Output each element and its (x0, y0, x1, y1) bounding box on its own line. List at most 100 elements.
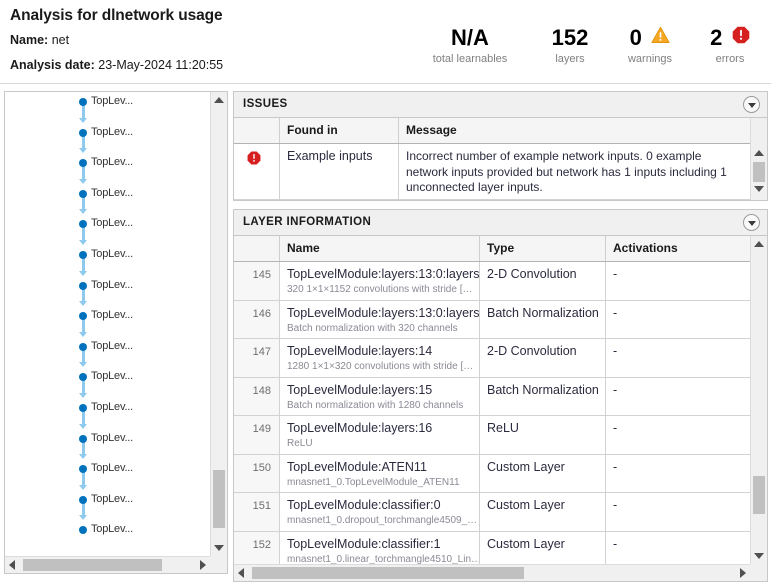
layer-activations-text: - (613, 383, 744, 398)
layer-col-type[interactable]: Type (480, 236, 606, 261)
layer-description-text: 320 1×1×1152 convolutions with stride [… (287, 283, 473, 296)
layer-vertical-scrollbar[interactable] (750, 236, 767, 564)
analysis-date-line: Analysis date: 23-May-2024 11:20:55 (10, 58, 223, 72)
header: Analysis for dlnetwork usage Name: net A… (0, 0, 771, 84)
graph-horizontal-scrollbar[interactable] (5, 556, 210, 573)
layer-type-cell: Custom Layer (480, 455, 606, 493)
layer-name-cell: TopLevelModule:ATEN11mnasnet1_0.TopLevel… (280, 455, 480, 493)
graph-node[interactable] (79, 190, 87, 198)
details-area: ISSUES Found in Message (233, 91, 768, 582)
issues-col-icon[interactable] (234, 118, 280, 143)
graph-node[interactable] (79, 496, 87, 504)
graph-scroll-left-arrow[interactable] (9, 560, 15, 570)
issues-table-row[interactable]: Example inputs Incorrect number of examp… (234, 144, 767, 200)
layer-vertical-scroll-thumb[interactable] (753, 476, 765, 514)
layer-horizontal-scrollbar[interactable] (234, 564, 750, 581)
layer-panel-title: LAYER INFORMATION (243, 216, 371, 228)
graph-vertical-scrollbar[interactable] (210, 92, 227, 556)
table-row[interactable]: 147TopLevelModule:layers:141280 1×1×320 … (234, 339, 767, 378)
graph-scroll-right-arrow[interactable] (200, 560, 206, 570)
graph-vertical-scroll-thumb[interactable] (213, 470, 225, 528)
network-analyzer-window: Analysis for dlnetwork usage Name: net A… (0, 0, 771, 586)
layer-index-cell: 149 (234, 416, 280, 454)
stat-warnings-value: 0 (630, 26, 642, 50)
issue-message-cell: Incorrect number of example network inpu… (399, 144, 751, 199)
layer-activations-cell: - (606, 301, 751, 339)
chevron-down-icon (748, 221, 756, 226)
graph-node-label: TopLev... (91, 95, 133, 107)
table-row[interactable]: 145TopLevelModule:layers:13:0:layers:632… (234, 262, 767, 301)
graph-node-label: TopLev... (91, 217, 133, 229)
graph-edge-arrow-icon (79, 393, 87, 398)
issues-vertical-scrollbar[interactable] (750, 118, 767, 200)
issues-scroll-down-arrow[interactable] (754, 186, 764, 192)
issues-col-message[interactable]: Message (399, 118, 751, 143)
graph-node[interactable] (79, 435, 87, 443)
graph-node[interactable] (79, 526, 87, 534)
issue-message-text: Incorrect number of example network inpu… (406, 149, 740, 196)
graph-node[interactable] (79, 373, 87, 381)
graph-node-label: TopLev... (91, 156, 133, 168)
table-row[interactable]: 151TopLevelModule:classifier:0mnasnet1_0… (234, 493, 767, 532)
network-graph-panel[interactable]: TopLev... TopLev... TopLev... TopLev... TopL… (4, 91, 228, 574)
graph-node[interactable] (79, 220, 87, 228)
graph-edge-arrow-icon (79, 240, 87, 245)
graph-node[interactable] (79, 251, 87, 259)
layer-type-cell: 2-D Convolution (480, 262, 606, 300)
issues-table: Found in Message (234, 118, 767, 200)
graph-node-label: TopLev... (91, 462, 133, 474)
stat-total-learnables-caption: total learnables (410, 53, 530, 66)
issue-severity-cell (234, 144, 280, 199)
network-graph-canvas[interactable]: TopLev... TopLev... TopLev... TopLev... TopL… (5, 92, 211, 556)
issues-panel-header[interactable]: ISSUES (234, 92, 767, 118)
layer-horizontal-scroll-thumb[interactable] (252, 567, 524, 579)
table-row[interactable]: 149TopLevelModule:layers:16ReLUReLU- (234, 416, 767, 455)
layer-activations-text: - (613, 460, 744, 475)
layer-panel-header[interactable]: LAYER INFORMATION (234, 210, 767, 236)
layer-description-text: ReLU (287, 437, 473, 450)
graph-scroll-down-arrow[interactable] (214, 545, 224, 551)
layer-col-activations[interactable]: Activations (606, 236, 751, 261)
graph-node[interactable] (79, 343, 87, 351)
table-row[interactable]: 146TopLevelModule:layers:13:0:layers:7Ba… (234, 301, 767, 340)
issues-vertical-scroll-thumb[interactable] (753, 162, 765, 182)
layer-col-name[interactable]: Name (280, 236, 480, 261)
graph-node[interactable] (79, 312, 87, 320)
graph-node[interactable] (79, 282, 87, 290)
layer-activations-cell: - (606, 339, 751, 377)
issues-collapse-button[interactable] (743, 96, 760, 113)
layer-activations-text: - (613, 421, 744, 436)
graph-node[interactable] (79, 465, 87, 473)
graph-node[interactable] (79, 159, 87, 167)
layer-name-cell: TopLevelModule:layers:13:0:layers:6320 1… (280, 262, 480, 300)
layer-type-text: Batch Normalization (487, 306, 599, 321)
layer-col-index[interactable] (234, 236, 280, 261)
graph-edge-arrow-icon (79, 209, 87, 214)
network-name-value: net (52, 33, 69, 47)
layer-index-cell: 151 (234, 493, 280, 531)
stat-layers-value: 152 (552, 26, 589, 50)
layer-scroll-down-arrow[interactable] (754, 553, 764, 559)
graph-node-label: TopLev... (91, 523, 133, 535)
issues-col-found-in[interactable]: Found in (280, 118, 399, 143)
summary-stats: N/A total learnables 152 layers 0 (410, 26, 765, 78)
graph-horizontal-scroll-thumb[interactable] (23, 559, 162, 571)
graph-node[interactable] (79, 129, 87, 137)
issues-table-header-row: Found in Message (234, 118, 767, 144)
table-row[interactable]: 148TopLevelModule:layers:15Batch normali… (234, 378, 767, 417)
stat-errors-caption: errors (690, 53, 770, 66)
table-row[interactable]: 150TopLevelModule:ATEN11mnasnet1_0.TopLe… (234, 455, 767, 494)
network-name-label: Name: (10, 33, 48, 47)
issues-scroll-up-arrow[interactable] (754, 150, 764, 156)
layer-collapse-button[interactable] (743, 214, 760, 231)
layer-scroll-left-arrow[interactable] (238, 568, 244, 578)
graph-edge-arrow-icon (79, 424, 87, 429)
graph-node[interactable] (79, 98, 87, 106)
graph-node[interactable] (79, 404, 87, 412)
layer-name-text: TopLevelModule:layers:16 (287, 421, 473, 436)
layer-scroll-up-arrow[interactable] (754, 241, 764, 247)
graph-scroll-up-arrow[interactable] (214, 97, 224, 103)
layer-scroll-right-arrow[interactable] (740, 568, 746, 578)
analysis-date-label: Analysis date: (10, 58, 95, 72)
layer-table-body: 145TopLevelModule:layers:13:0:layers:632… (234, 262, 767, 564)
